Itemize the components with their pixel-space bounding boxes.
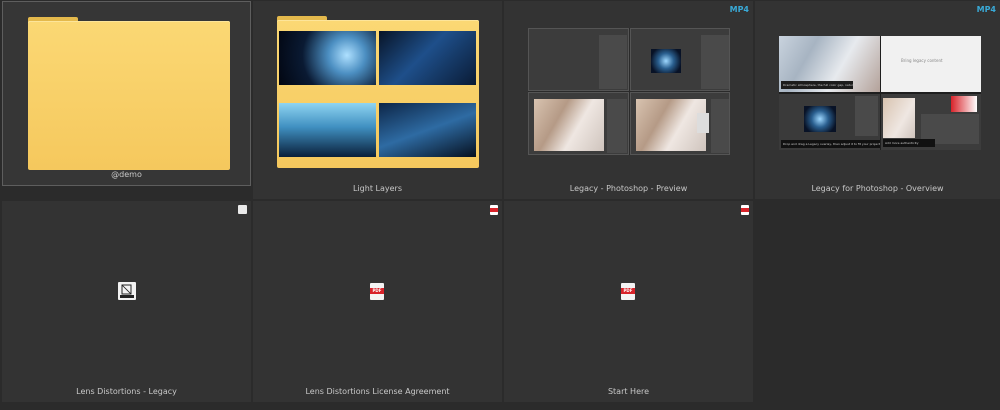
thumbnail-caption: Add more authenticity <box>883 139 935 147</box>
pdf-badge-icon <box>741 205 749 215</box>
tile-label: Light Layers <box>353 184 402 193</box>
tile-label: Legacy - Photoshop - Preview <box>569 184 688 193</box>
video-thumbnail <box>528 28 730 155</box>
folder-thumbnail <box>379 31 476 85</box>
pdf-icon: PDF <box>370 283 384 300</box>
tile-legacy-photoshop-preview[interactable]: MP4 Legacy - Photoshop - Preview <box>504 1 753 199</box>
app-badge-icon <box>238 205 247 214</box>
folder-thumbnail <box>279 103 376 157</box>
file-grid: @demo Light Layers MP4 Legacy - Photosho… <box>0 0 1000 410</box>
tile-demo-folder[interactable]: @demo <box>2 1 251 186</box>
tile-light-layers-folder[interactable]: Light Layers <box>253 1 502 199</box>
tile-label: Lens Distortions License Agreement <box>305 387 450 396</box>
tile-legacy-overview[interactable]: MP4 Dramatic atmosphere, the full color … <box>755 1 1000 199</box>
thumbnail-caption: Drop and drag a Legacy overlay, then adj… <box>781 140 880 148</box>
thumbnail-caption: Bring legacy content <box>901 58 943 63</box>
folder-icon <box>28 17 230 170</box>
tile-lens-distortions-legacy[interactable]: Lens Distortions - Legacy <box>2 201 251 402</box>
app-icon <box>118 282 136 300</box>
pdf-icon: PDF <box>621 283 635 300</box>
folder-thumbnail <box>379 103 476 157</box>
tile-label: Start Here <box>607 387 650 396</box>
mp4-badge: MP4 <box>729 5 749 14</box>
mp4-badge: MP4 <box>976 5 996 14</box>
folder-thumbnail <box>279 31 376 85</box>
tile-label: Lens Distortions - Legacy <box>76 387 177 396</box>
pdf-badge-icon <box>490 205 498 215</box>
tile-start-here-pdf[interactable]: PDF Start Here <box>504 201 753 402</box>
thumbnail-caption: Dramatic atmosphere, the full color gap,… <box>781 81 853 89</box>
tile-label: Legacy for Photoshop - Overview <box>811 184 944 193</box>
video-thumbnail: Dramatic atmosphere, the full color gap,… <box>779 36 981 150</box>
tile-license-agreement-pdf[interactable]: PDF Lens Distortions License Agreement <box>253 201 502 402</box>
tile-label: @demo <box>111 170 142 179</box>
